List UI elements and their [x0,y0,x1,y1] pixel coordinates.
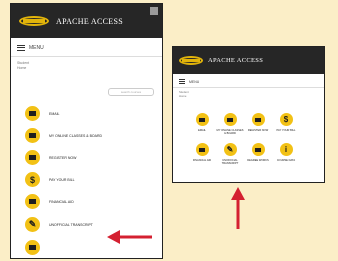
mobile-link-item[interactable]: $ PAY YOUR BILL [25,172,75,187]
bank-icon [25,194,40,209]
link-label: COURSE DATA [276,159,296,162]
mobile-link-item[interactable]: EMAIL [25,106,60,121]
envelope-icon [195,113,209,126]
breadcrumb-home: Home [179,94,187,98]
link-label: FINANCIAL AID [192,159,212,162]
link-label: UNOFFICIAL TRANSCRIPT [221,159,239,166]
search-input[interactable]: search courses [108,88,154,96]
brand-title: APACHE ACCESS [56,16,123,26]
link-label: PAY YOUR BILL [276,129,296,132]
mobile-link-item[interactable]: MY ONLINE CLASSES & BOARD [25,128,102,143]
dollar-icon: $ [279,113,293,126]
mobile-link-item[interactable]: FINANCIAL AID [25,194,74,209]
laptop-icon [25,128,40,143]
mobile-link-item[interactable] [25,240,49,255]
link-label: UNOFFICIAL TRANSCRIPT [49,222,93,227]
header-square-icon [150,7,158,15]
annotation-arrow-left-icon [107,230,152,244]
link-label: EMAIL [49,111,60,116]
partial-icon [25,240,40,255]
divider [11,56,162,57]
menu-toggle[interactable]: MENU [17,45,44,51]
breadcrumb: Student Home [17,61,29,71]
pencil-icon: ✎ [25,217,40,232]
desktop-link-item[interactable]: ✎ UNOFFICIAL TRANSCRIPT [216,143,244,165]
link-label: DEGREE WORKS [247,159,269,162]
link-label: PAY YOUR BILL [49,177,75,182]
bus-icon [25,150,40,165]
breadcrumb: Student Home [179,90,189,98]
mobile-header: APACHE ACCESS [11,4,162,38]
desktop-link-item[interactable]: REGISTER NOW [244,113,272,132]
link-label: FINANCIAL AID [49,199,74,204]
desktop-link-item[interactable]: $ PAY YOUR BILL [272,113,300,132]
link-label: REGISTER NOW [247,129,269,132]
envelope-icon [25,106,40,121]
menu-label: MENU [189,79,200,84]
bus-icon [251,113,265,126]
breadcrumb-home: Home [17,66,27,70]
link-label: EMAIL [198,129,206,132]
graduation-icon [251,143,265,156]
dollar-icon: $ [25,172,40,187]
link-label: MY ONLINE CLASSES & BOARD [49,133,103,138]
mobile-link-item[interactable]: ✎ UNOFFICIAL TRANSCRIPT [25,217,93,232]
divider [173,87,324,88]
link-label: REGISTER NOW [49,155,77,160]
info-icon: i [279,143,293,156]
hamburger-icon [17,45,25,51]
hamburger-icon [179,79,185,84]
desktop-link-item[interactable]: MY ONLINE CLASSES & BOARD [216,113,244,135]
bank-icon [195,143,209,156]
apache-logo-icon [179,55,203,66]
pencil-icon: ✎ [223,143,237,156]
mobile-link-item[interactable]: REGISTER NOW [25,150,76,165]
link-label: MY ONLINE CLASSES & BOARD [216,129,244,136]
desktop-link-item[interactable]: DEGREE WORKS [244,143,272,162]
annotation-arrow-up-icon [231,187,245,229]
laptop-icon [223,113,237,126]
apache-logo-icon [19,14,49,28]
menu-toggle[interactable]: MENU [179,79,199,84]
menu-label: MENU [29,45,44,51]
desktop-link-item[interactable]: EMAIL [188,113,216,132]
desktop-link-item[interactable]: i COURSE DATA [272,143,300,162]
brand-title: APACHE ACCESS [208,57,264,64]
desktop-header: APACHE ACCESS [173,47,324,74]
mobile-screenshot: APACHE ACCESS MENU Student Home search c… [10,3,163,259]
desktop-screenshot: APACHE ACCESS MENU Student Home EMAIL MY … [172,46,325,183]
desktop-link-item[interactable]: FINANCIAL AID [188,143,216,162]
